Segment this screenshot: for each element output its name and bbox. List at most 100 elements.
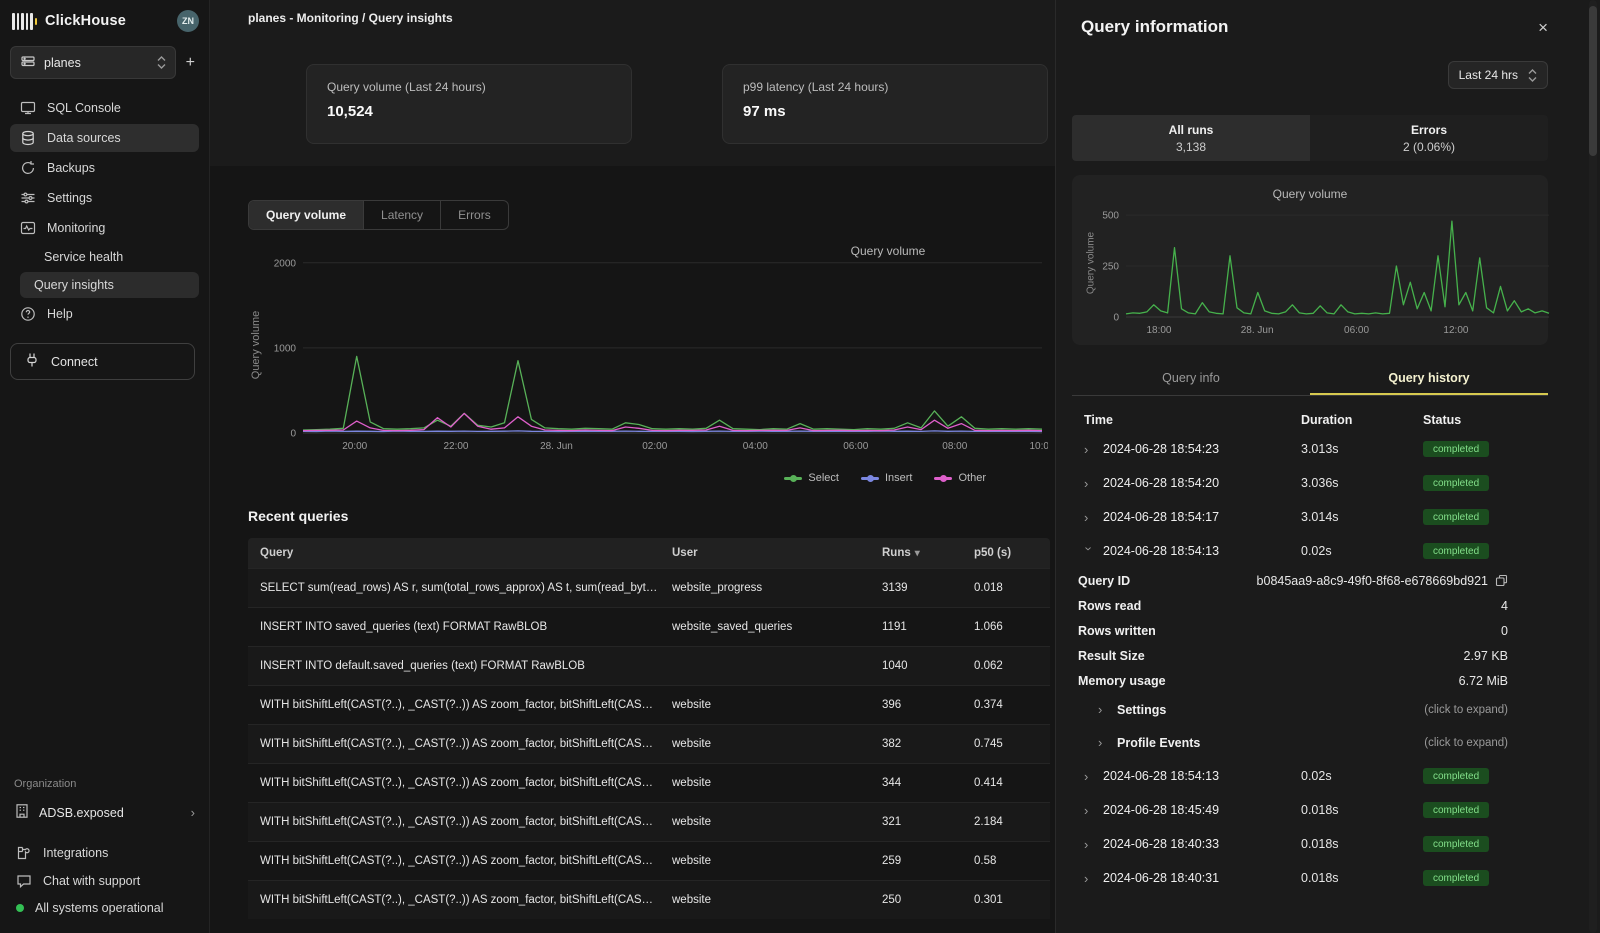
history-row[interactable]: › 2024-06-28 18:54:20 3.036s completed xyxy=(1072,466,1548,500)
svg-text:06:00: 06:00 xyxy=(843,441,868,452)
legend-item-select[interactable]: Select xyxy=(784,472,839,484)
time-range-select[interactable]: Last 24 hrs xyxy=(1448,61,1548,89)
status-badge: completed xyxy=(1423,441,1489,457)
detail-label: Memory usage xyxy=(1078,674,1166,688)
table-row[interactable]: WITH bitShiftLeft(CAST(?..), _CAST(?..))… xyxy=(248,880,1050,919)
user-cell: website xyxy=(660,699,870,711)
p50-cell: 0.301 xyxy=(962,894,1050,906)
legend-label: Other xyxy=(958,472,986,484)
sidebar-item-service-health[interactable]: Service health xyxy=(10,244,199,270)
sidebar-item-label: SQL Console xyxy=(47,101,121,115)
tab-query-info[interactable]: Query info xyxy=(1072,363,1310,395)
sidebar-item-data-sources[interactable]: Data sources xyxy=(10,124,199,152)
time-range-value: Last 24 hrs xyxy=(1459,68,1518,82)
all-runs-tab[interactable]: All runs 3,138 xyxy=(1072,115,1310,161)
detail-value: 6.72 MiB xyxy=(1459,674,1508,688)
drawer-scrollbar-thumb[interactable] xyxy=(1589,6,1597,156)
sidebar-item-settings[interactable]: Settings xyxy=(10,184,199,212)
runs-cell: 344 xyxy=(870,777,962,789)
stat-label: p99 latency (Last 24 hours) xyxy=(743,80,1027,94)
app-root: ClickHouse ZN planes + xyxy=(0,0,1600,933)
chevron-right-icon[interactable]: › xyxy=(1084,803,1094,818)
run-duration: 3.013s xyxy=(1301,442,1423,456)
sidebar-item-integrations[interactable]: Integrations xyxy=(4,839,205,867)
column-header-user[interactable]: User xyxy=(660,547,870,559)
status-indicator[interactable]: All systems operational xyxy=(4,895,205,921)
sidebar-item-query-insights[interactable]: Query insights xyxy=(20,272,199,298)
detail-label: Rows written xyxy=(1078,624,1156,638)
query-volume-chart: 01000200020:0022:0028. Jun02:0004:0006:0… xyxy=(248,238,1048,463)
history-row[interactable]: › 2024-06-28 18:40:33 0.018s completed xyxy=(1072,827,1548,861)
p50-cell: 1.066 xyxy=(962,621,1050,633)
history-row[interactable]: › 2024-06-28 18:54:23 3.013s completed xyxy=(1072,432,1548,466)
chevron-right-icon[interactable]: › xyxy=(1084,510,1094,525)
column-header-duration: Duration xyxy=(1301,413,1423,427)
table-row[interactable]: WITH bitShiftLeft(CAST(?..), _CAST(?..))… xyxy=(248,724,1050,763)
connect-button[interactable]: Connect xyxy=(10,343,195,380)
chevron-right-icon[interactable]: › xyxy=(1084,871,1094,886)
history-row[interactable]: › 2024-06-28 18:45:49 0.018s completed xyxy=(1072,793,1548,827)
detail-result-size: Result Size 2.97 KB xyxy=(1072,643,1548,668)
close-icon[interactable]: × xyxy=(1538,19,1548,36)
backups-icon xyxy=(20,160,36,176)
table-row[interactable]: WITH bitShiftLeft(CAST(?..), _CAST(?..))… xyxy=(248,841,1050,880)
run-duration: 3.014s xyxy=(1301,510,1423,524)
service-selector[interactable]: planes xyxy=(10,46,176,79)
table-row[interactable]: WITH bitShiftLeft(CAST(?..), _CAST(?..))… xyxy=(248,763,1050,802)
time-range-row: Last 24 hrs xyxy=(1072,61,1548,89)
table-row[interactable]: INSERT INTO default.saved_queries (text)… xyxy=(248,646,1050,685)
tab-errors[interactable]: Errors xyxy=(441,201,508,229)
errors-label: Errors xyxy=(1411,123,1447,137)
tab-latency[interactable]: Latency xyxy=(364,201,441,229)
legend-item-other[interactable]: Other xyxy=(934,472,986,484)
column-header-p50[interactable]: p50 (s) xyxy=(962,547,1050,559)
chevron-right-icon[interactable]: › xyxy=(1084,837,1094,852)
sidebar-item-backups[interactable]: Backups xyxy=(10,154,199,182)
detail-label: Rows read xyxy=(1078,599,1141,613)
app-name: ClickHouse xyxy=(45,13,126,29)
run-duration: 0.018s xyxy=(1301,837,1423,851)
runs-errors-toggle: All runs 3,138 Errors 2 (0.06%) xyxy=(1072,115,1548,161)
chevron-right-icon[interactable]: › xyxy=(1084,769,1094,784)
user-avatar[interactable]: ZN xyxy=(177,10,199,32)
help-icon xyxy=(20,306,36,322)
column-header-query[interactable]: Query xyxy=(248,547,660,559)
chevron-right-icon[interactable]: › xyxy=(1084,476,1094,491)
settings-expandable[interactable]: › Settings (click to expand) xyxy=(1072,693,1548,726)
plug-icon xyxy=(24,352,40,371)
table-row[interactable]: WITH bitShiftLeft(CAST(?..), _CAST(?..))… xyxy=(248,685,1050,724)
history-row[interactable]: › 2024-06-28 18:54:13 0.02s completed xyxy=(1072,759,1548,793)
svg-text:1000: 1000 xyxy=(274,343,297,354)
profile-events-expandable[interactable]: › Profile Events (click to expand) xyxy=(1072,726,1548,759)
chevron-down-icon[interactable]: › xyxy=(1082,546,1097,556)
console-icon xyxy=(20,100,36,116)
tab-query-volume[interactable]: Query volume xyxy=(249,201,364,229)
insert-series-marker-icon xyxy=(861,477,879,480)
runs-cell: 1191 xyxy=(870,621,962,633)
sidebar-item-chat-support[interactable]: Chat with support xyxy=(4,867,205,895)
svg-text:12:00: 12:00 xyxy=(1443,325,1468,336)
chevron-right-icon[interactable]: › xyxy=(1084,442,1094,457)
history-row-expanded[interactable]: › 2024-06-28 18:54:13 0.02s completed xyxy=(1072,534,1548,568)
sidebar-item-label: Integrations xyxy=(43,846,108,860)
history-row[interactable]: › 2024-06-28 18:54:17 3.014s completed xyxy=(1072,500,1548,534)
organization-row[interactable]: ADSB.exposed › xyxy=(0,796,209,829)
sidebar-item-sql-console[interactable]: SQL Console xyxy=(10,94,199,122)
errors-value: 2 (0.06%) xyxy=(1403,140,1455,154)
add-service-button[interactable]: + xyxy=(186,55,195,71)
sidebar-footer: Integrations Chat with support All syste… xyxy=(0,829,209,933)
chevron-right-icon: › xyxy=(1098,735,1108,750)
errors-tab[interactable]: Errors 2 (0.06%) xyxy=(1310,115,1548,161)
column-header-runs[interactable]: Runs xyxy=(870,547,962,559)
table-row[interactable]: WITH bitShiftLeft(CAST(?..), _CAST(?..))… xyxy=(248,802,1050,841)
run-time: 2024-06-28 18:54:23 xyxy=(1103,442,1219,456)
table-row[interactable]: SELECT sum(read_rows) AS r, sum(total_ro… xyxy=(248,568,1050,607)
history-row[interactable]: › 2024-06-28 18:40:31 0.018s completed xyxy=(1072,861,1548,895)
table-row[interactable]: INSERT INTO saved_queries (text) FORMAT … xyxy=(248,607,1050,646)
copy-icon[interactable] xyxy=(1495,574,1508,587)
legend-item-insert[interactable]: Insert xyxy=(861,472,913,484)
sidebar-item-help[interactable]: Help xyxy=(10,300,199,328)
sidebar-item-monitoring[interactable]: Monitoring xyxy=(10,214,199,242)
tab-query-history[interactable]: Query history xyxy=(1310,363,1548,395)
runs-cell: 396 xyxy=(870,699,962,711)
